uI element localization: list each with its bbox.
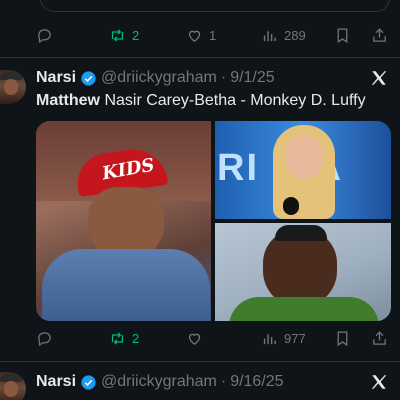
author-name[interactable]: Narsi [36, 373, 76, 391]
retweet-icon [111, 28, 124, 42]
retweet-icon [111, 331, 124, 345]
photo-left[interactable]: KIDS [36, 121, 211, 321]
photo-top-right-face [285, 135, 323, 179]
avatar-face [4, 381, 18, 397]
separator: · [220, 373, 227, 390]
tweet-action-bar: 2 977 [36, 327, 392, 349]
bookmark-icon [337, 27, 348, 43]
tweet-text: Matthew Nasir Carey-Betha - Monkey D. Lu… [36, 92, 366, 110]
heart-icon [188, 333, 201, 345]
photo-top-right-microphone [283, 197, 299, 215]
tweet-header: Narsi @driickygraham · 9/16/25 [36, 372, 284, 392]
views-button[interactable]: 977 [261, 327, 306, 349]
previous-tweet-media[interactable] [40, 0, 390, 12]
tweet-divider [0, 57, 400, 58]
share-button[interactable] [371, 327, 388, 349]
tweet-text-rest: Nasir Carey-Betha - Monkey D. Luffy [100, 92, 366, 109]
verified-badge-icon [80, 374, 97, 391]
retweet-button[interactable]: 2 [109, 24, 139, 46]
views-button[interactable]: 289 [261, 24, 306, 46]
x-logo-icon [371, 71, 387, 85]
author-name[interactable]: Narsi [36, 69, 76, 87]
like-count: 1 [209, 27, 217, 43]
bookmark-button[interactable] [334, 24, 351, 46]
tweet-header: Narsi @driickygraham · 9/1/25 [36, 68, 275, 88]
view-count: 977 [284, 330, 306, 346]
avatar-face [4, 79, 18, 95]
bookmark-button[interactable] [334, 327, 351, 349]
like-button[interactable] [186, 327, 209, 349]
x-logo-icon [371, 375, 387, 389]
separator: · [220, 69, 227, 86]
photo-bottom-right-green-shirt [229, 297, 379, 321]
avatar[interactable] [0, 70, 26, 104]
photo-left-denim-jacket [42, 249, 210, 321]
reply-icon [38, 28, 51, 43]
reply-button[interactable] [36, 24, 59, 46]
retweet-count: 2 [132, 27, 140, 43]
previous-tweet-action-bar: 2 1 289 [36, 24, 392, 46]
heart-icon [188, 30, 201, 42]
like-button[interactable]: 1 [186, 24, 216, 46]
author-handle[interactable]: @driickygraham [101, 69, 217, 87]
retweet-count: 2 [132, 330, 140, 346]
reply-button[interactable] [36, 327, 59, 349]
tweet-date[interactable]: 9/16/25 [230, 373, 283, 391]
bookmark-icon [337, 330, 348, 346]
tweet-divider [0, 361, 400, 362]
share-icon [373, 330, 386, 345]
tweet-media-grid: KIDS RI CA [36, 121, 391, 321]
views-icon [263, 30, 276, 41]
photo-bottom-right[interactable] [215, 223, 391, 321]
author-handle[interactable]: @driickygraham [101, 373, 217, 391]
tweet-text-bold: Matthew [36, 92, 100, 109]
share-icon [373, 27, 386, 42]
avatar[interactable] [0, 372, 26, 400]
view-count: 289 [284, 27, 306, 43]
photo-top-right[interactable]: RI CA [215, 121, 391, 219]
tweet-date[interactable]: 9/1/25 [230, 69, 274, 87]
photo-bottom-right-hair [275, 225, 327, 241]
reply-icon [38, 331, 51, 346]
views-icon [263, 333, 276, 344]
verified-badge-icon [80, 70, 97, 87]
share-button[interactable] [371, 24, 388, 46]
retweet-button[interactable]: 2 [109, 327, 139, 349]
